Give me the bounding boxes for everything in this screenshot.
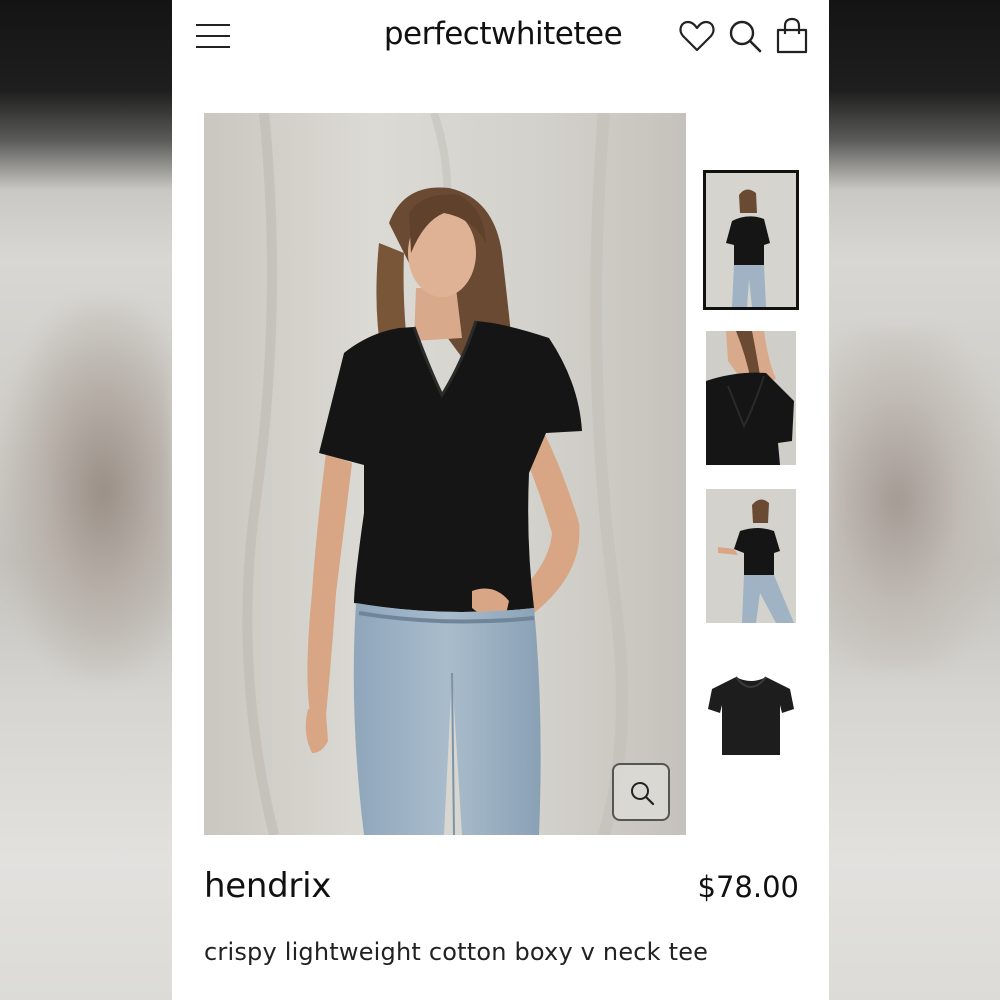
heart-icon[interactable]	[677, 16, 717, 56]
main-product-image[interactable]	[204, 113, 686, 835]
menu-icon[interactable]	[194, 22, 232, 50]
brand-logo[interactable]: perfectwhitetee	[368, 12, 638, 56]
product-description: crispy lightweight cotton boxy v neck te…	[204, 938, 709, 966]
thumbnail-3[interactable]	[706, 489, 796, 623]
shopping-bag-icon[interactable]	[772, 16, 812, 56]
zoom-button[interactable]	[612, 763, 670, 821]
product-name: hendrix	[204, 866, 332, 906]
thumbnail-1[interactable]	[703, 170, 799, 310]
zoom-icon	[631, 782, 655, 806]
product-price: $78.00	[697, 870, 799, 904]
thumbnail-4[interactable]	[706, 647, 796, 781]
search-icon[interactable]	[725, 16, 765, 56]
thumbnail-2[interactable]	[706, 331, 796, 465]
mobile-page: perfectwhitetee hendrix $78.00 crispy li…	[172, 0, 829, 1000]
